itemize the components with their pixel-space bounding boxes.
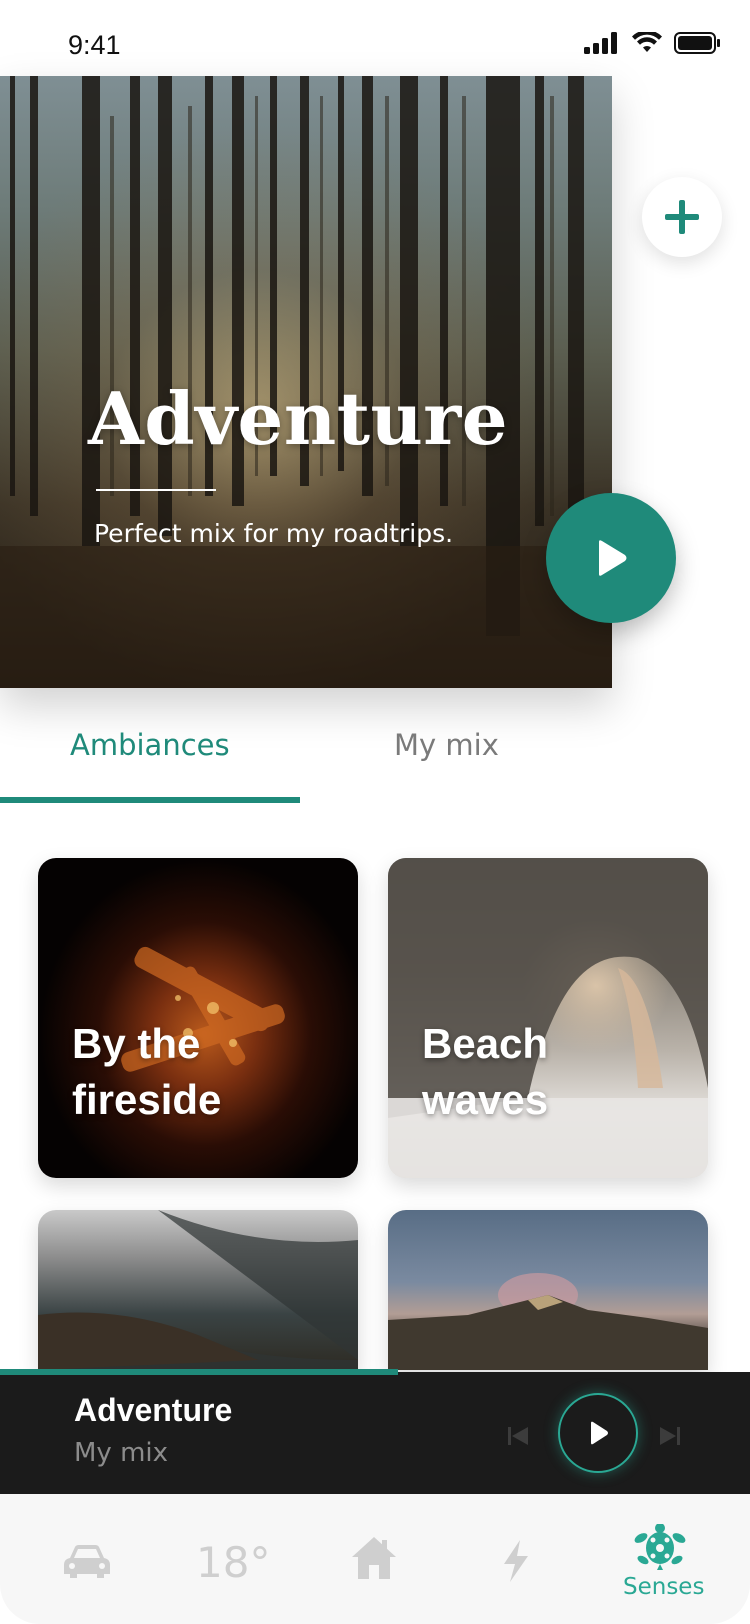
skip-previous-icon [508,1427,528,1445]
card-beach-waves[interactable]: Beach waves [388,858,708,1178]
card-label: By the fireside [72,1020,222,1123]
nav-home[interactable] [350,1534,398,1587]
battery-icon [674,32,720,54]
hero-subtitle: Perfect mix for my roadtrips. [94,519,454,548]
player-title: Adventure [74,1392,233,1428]
signal-icon [584,32,617,54]
mountain-image [388,1273,708,1370]
next-button[interactable] [658,1424,682,1453]
plus-icon [665,200,699,234]
player-progress-bar[interactable] [0,1369,398,1375]
tab-indicator [0,797,300,803]
nav-car[interactable] [62,1542,112,1587]
status-icons [584,32,720,54]
card-mountain[interactable] [388,1210,708,1370]
turtle-icon [634,1523,686,1570]
wifi-icon [632,32,662,52]
player-play-button[interactable] [558,1393,638,1473]
hero-divider [96,489,216,491]
previous-button[interactable] [506,1424,530,1453]
card-storm[interactable] [38,1210,358,1370]
tab-ambiances[interactable]: Ambiances [70,728,230,762]
tab-my-mix[interactable]: My mix [394,728,499,762]
player-subtitle: My mix [74,1438,169,1468]
hero-play-button[interactable] [546,493,676,623]
hero-banner: Adventure Perfect mix for my roadtrips. [0,76,612,688]
nav-temperature[interactable]: 18° [196,1538,270,1587]
nav-senses[interactable] [634,1523,686,1577]
card-fireside[interactable]: By the fireside [38,858,358,1178]
nav-senses-label[interactable]: Senses [623,1574,704,1600]
bolt-icon [504,1540,528,1582]
skip-next-icon [660,1427,680,1445]
storm-image [38,1210,358,1370]
nav-energy[interactable] [502,1540,530,1587]
card-label: Beach waves [422,1020,549,1123]
hero-title: Adventure [88,376,509,461]
add-button[interactable] [642,177,722,257]
play-icon [591,1421,608,1445]
status-time: 9:41 [68,30,121,60]
car-icon [64,1545,110,1578]
home-icon [352,1537,396,1579]
play-icon [599,540,627,576]
